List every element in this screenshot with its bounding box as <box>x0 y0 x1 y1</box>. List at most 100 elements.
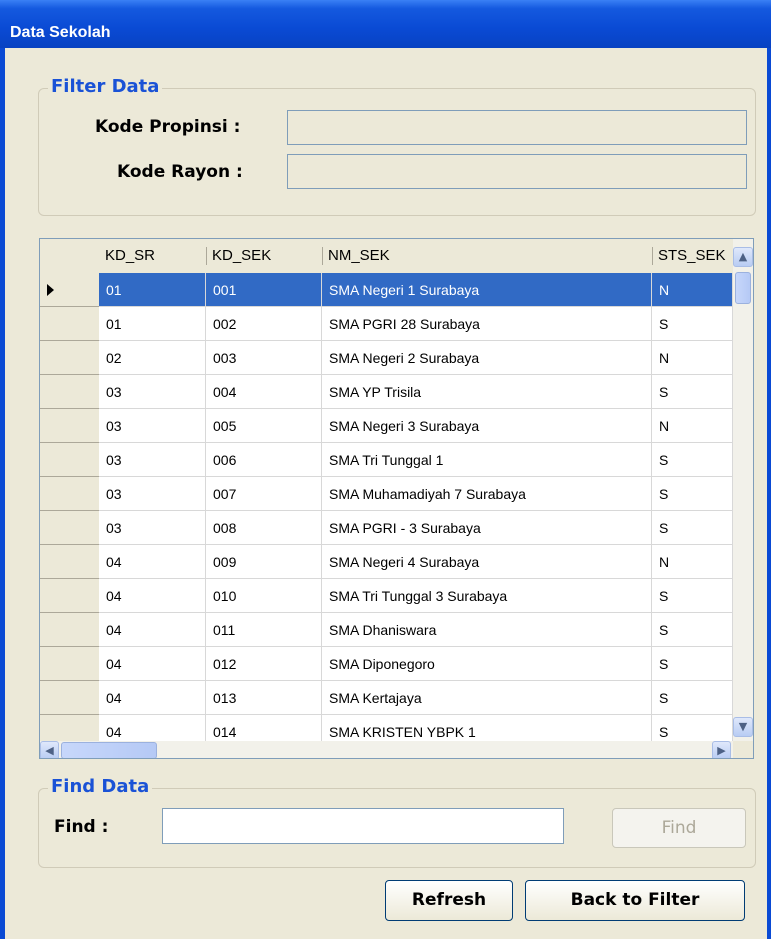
table-cell[interactable]: SMA PGRI 28 Surabaya <box>322 307 652 341</box>
table-cell[interactable]: S <box>652 307 733 341</box>
table-cell[interactable]: SMA Negeri 1 Surabaya <box>322 273 652 307</box>
row-header[interactable] <box>40 647 99 681</box>
table-row[interactable]: 03 004 SMA YP Trisila S <box>40 375 733 409</box>
table-cell[interactable]: 02 <box>99 341 206 375</box>
table-cell[interactable]: 04 <box>99 613 206 647</box>
row-header[interactable] <box>40 443 99 477</box>
table-cell[interactable]: N <box>652 545 733 579</box>
row-header[interactable] <box>40 307 99 341</box>
table-row[interactable]: 04 009 SMA Negeri 4 Surabaya N <box>40 545 733 579</box>
find-button[interactable]: Find <box>612 808 746 848</box>
table-cell[interactable]: 008 <box>206 511 322 545</box>
table-cell[interactable]: SMA KRISTEN YBPK 1 <box>322 715 652 741</box>
row-header[interactable] <box>40 375 99 409</box>
table-cell[interactable]: 04 <box>99 579 206 613</box>
table-cell[interactable]: 04 <box>99 715 206 741</box>
table-cell[interactable]: SMA Kertajaya <box>322 681 652 715</box>
table-cell[interactable]: S <box>652 613 733 647</box>
table-cell[interactable]: 012 <box>206 647 322 681</box>
table-row[interactable]: 04 010 SMA Tri Tunggal 3 Surabaya S <box>40 579 733 613</box>
table-cell[interactable]: 04 <box>99 681 206 715</box>
table-cell[interactable]: 03 <box>99 511 206 545</box>
table-cell[interactable]: SMA Muhamadiyah 7 Surabaya <box>322 477 652 511</box>
table-cell[interactable]: S <box>652 647 733 681</box>
title-bar[interactable]: Data Sekolah <box>0 0 771 48</box>
table-row[interactable]: 01 002 SMA PGRI 28 Surabaya S <box>40 307 733 341</box>
table-cell[interactable]: 013 <box>206 681 322 715</box>
scroll-left-icon[interactable]: ◀ <box>40 741 59 758</box>
table-cell[interactable]: SMA PGRI - 3 Surabaya <box>322 511 652 545</box>
row-header[interactable] <box>40 545 99 579</box>
vertical-scroll-thumb[interactable] <box>735 272 751 304</box>
table-cell[interactable]: S <box>652 375 733 409</box>
table-cell[interactable]: SMA Tri Tunggal 3 Surabaya <box>322 579 652 613</box>
sekolah-data-grid[interactable]: KD_SR KD_SEK NM_SEK STS_SEK 01 001 SMA Neg… <box>39 238 754 759</box>
horizontal-scroll-thumb[interactable] <box>61 742 157 758</box>
table-cell[interactable]: S <box>652 443 733 477</box>
table-row[interactable]: 02 003 SMA Negeri 2 Surabaya N <box>40 341 733 375</box>
table-cell[interactable]: 03 <box>99 477 206 511</box>
row-header[interactable] <box>40 341 99 375</box>
table-cell[interactable]: SMA Negeri 2 Surabaya <box>322 341 652 375</box>
table-row[interactable]: 04 011 SMA Dhaniswara S <box>40 613 733 647</box>
kode-propinsi-field[interactable] <box>287 110 747 145</box>
row-header[interactable] <box>40 273 99 307</box>
row-header[interactable] <box>40 409 99 443</box>
vertical-scrollbar[interactable]: ▲ ▼ <box>733 239 753 741</box>
table-row[interactable]: 04 014 SMA KRISTEN YBPK 1S <box>40 715 733 741</box>
column-header-sts-sek[interactable]: STS_SEK <box>652 239 733 273</box>
column-header-kd-sek[interactable]: KD_SEK <box>206 239 322 273</box>
table-cell[interactable]: 04 <box>99 647 206 681</box>
table-row[interactable]: 03 007 SMA Muhamadiyah 7 Surabaya S <box>40 477 733 511</box>
table-row[interactable]: 03 008 SMA PGRI - 3 Surabaya S <box>40 511 733 545</box>
column-header-nm-sek[interactable]: NM_SEK <box>322 239 652 273</box>
row-header[interactable] <box>40 579 99 613</box>
table-row[interactable]: 01 001 SMA Negeri 1 Surabaya N <box>40 273 733 307</box>
table-row[interactable]: 03 005 SMA Negeri 3 Surabaya N <box>40 409 733 443</box>
table-cell[interactable]: 009 <box>206 545 322 579</box>
table-cell[interactable]: 002 <box>206 307 322 341</box>
scroll-right-icon[interactable]: ▶ <box>712 741 731 758</box>
table-cell[interactable]: 005 <box>206 409 322 443</box>
table-cell[interactable]: SMA Diponegoro <box>322 647 652 681</box>
table-cell[interactable]: S <box>652 579 733 613</box>
table-cell[interactable]: N <box>652 409 733 443</box>
find-input[interactable] <box>162 808 564 844</box>
back-to-filter-button[interactable]: Back to Filter <box>525 880 745 921</box>
table-cell[interactable]: S <box>652 511 733 545</box>
kode-rayon-field[interactable] <box>287 154 747 189</box>
table-cell[interactable]: SMA Dhaniswara <box>322 613 652 647</box>
horizontal-scrollbar[interactable]: ◀ ▶ <box>40 741 733 758</box>
column-header-kd-sr[interactable]: KD_SR <box>99 239 206 273</box>
row-header[interactable] <box>40 715 99 741</box>
table-row[interactable]: 03 006 SMA Tri Tunggal 1S <box>40 443 733 477</box>
table-cell[interactable]: 006 <box>206 443 322 477</box>
table-row[interactable]: 04 013 SMA Kertajaya S <box>40 681 733 715</box>
table-cell[interactable]: 04 <box>99 545 206 579</box>
table-cell[interactable]: S <box>652 477 733 511</box>
scroll-up-icon[interactable]: ▲ <box>733 247 753 267</box>
table-cell[interactable]: SMA YP Trisila <box>322 375 652 409</box>
table-row[interactable]: 04 012 SMA Diponegoro S <box>40 647 733 681</box>
table-cell[interactable]: 001 <box>206 273 322 307</box>
row-header[interactable] <box>40 477 99 511</box>
row-header[interactable] <box>40 613 99 647</box>
table-cell[interactable]: 007 <box>206 477 322 511</box>
scroll-down-icon[interactable]: ▼ <box>733 717 753 737</box>
table-cell[interactable]: 01 <box>99 273 206 307</box>
table-cell[interactable]: SMA Negeri 4 Surabaya <box>322 545 652 579</box>
table-cell[interactable]: 01 <box>99 307 206 341</box>
table-cell[interactable]: SMA Negeri 3 Surabaya <box>322 409 652 443</box>
table-cell[interactable]: 010 <box>206 579 322 613</box>
table-cell[interactable]: S <box>652 715 733 741</box>
row-header[interactable] <box>40 681 99 715</box>
table-cell[interactable]: N <box>652 341 733 375</box>
table-cell[interactable]: 014 <box>206 715 322 741</box>
table-cell[interactable]: 03 <box>99 409 206 443</box>
table-cell[interactable]: 004 <box>206 375 322 409</box>
row-header[interactable] <box>40 511 99 545</box>
table-cell[interactable]: S <box>652 681 733 715</box>
table-cell[interactable]: N <box>652 273 733 307</box>
table-cell[interactable]: SMA Tri Tunggal 1 <box>322 443 652 477</box>
table-cell[interactable]: 03 <box>99 443 206 477</box>
